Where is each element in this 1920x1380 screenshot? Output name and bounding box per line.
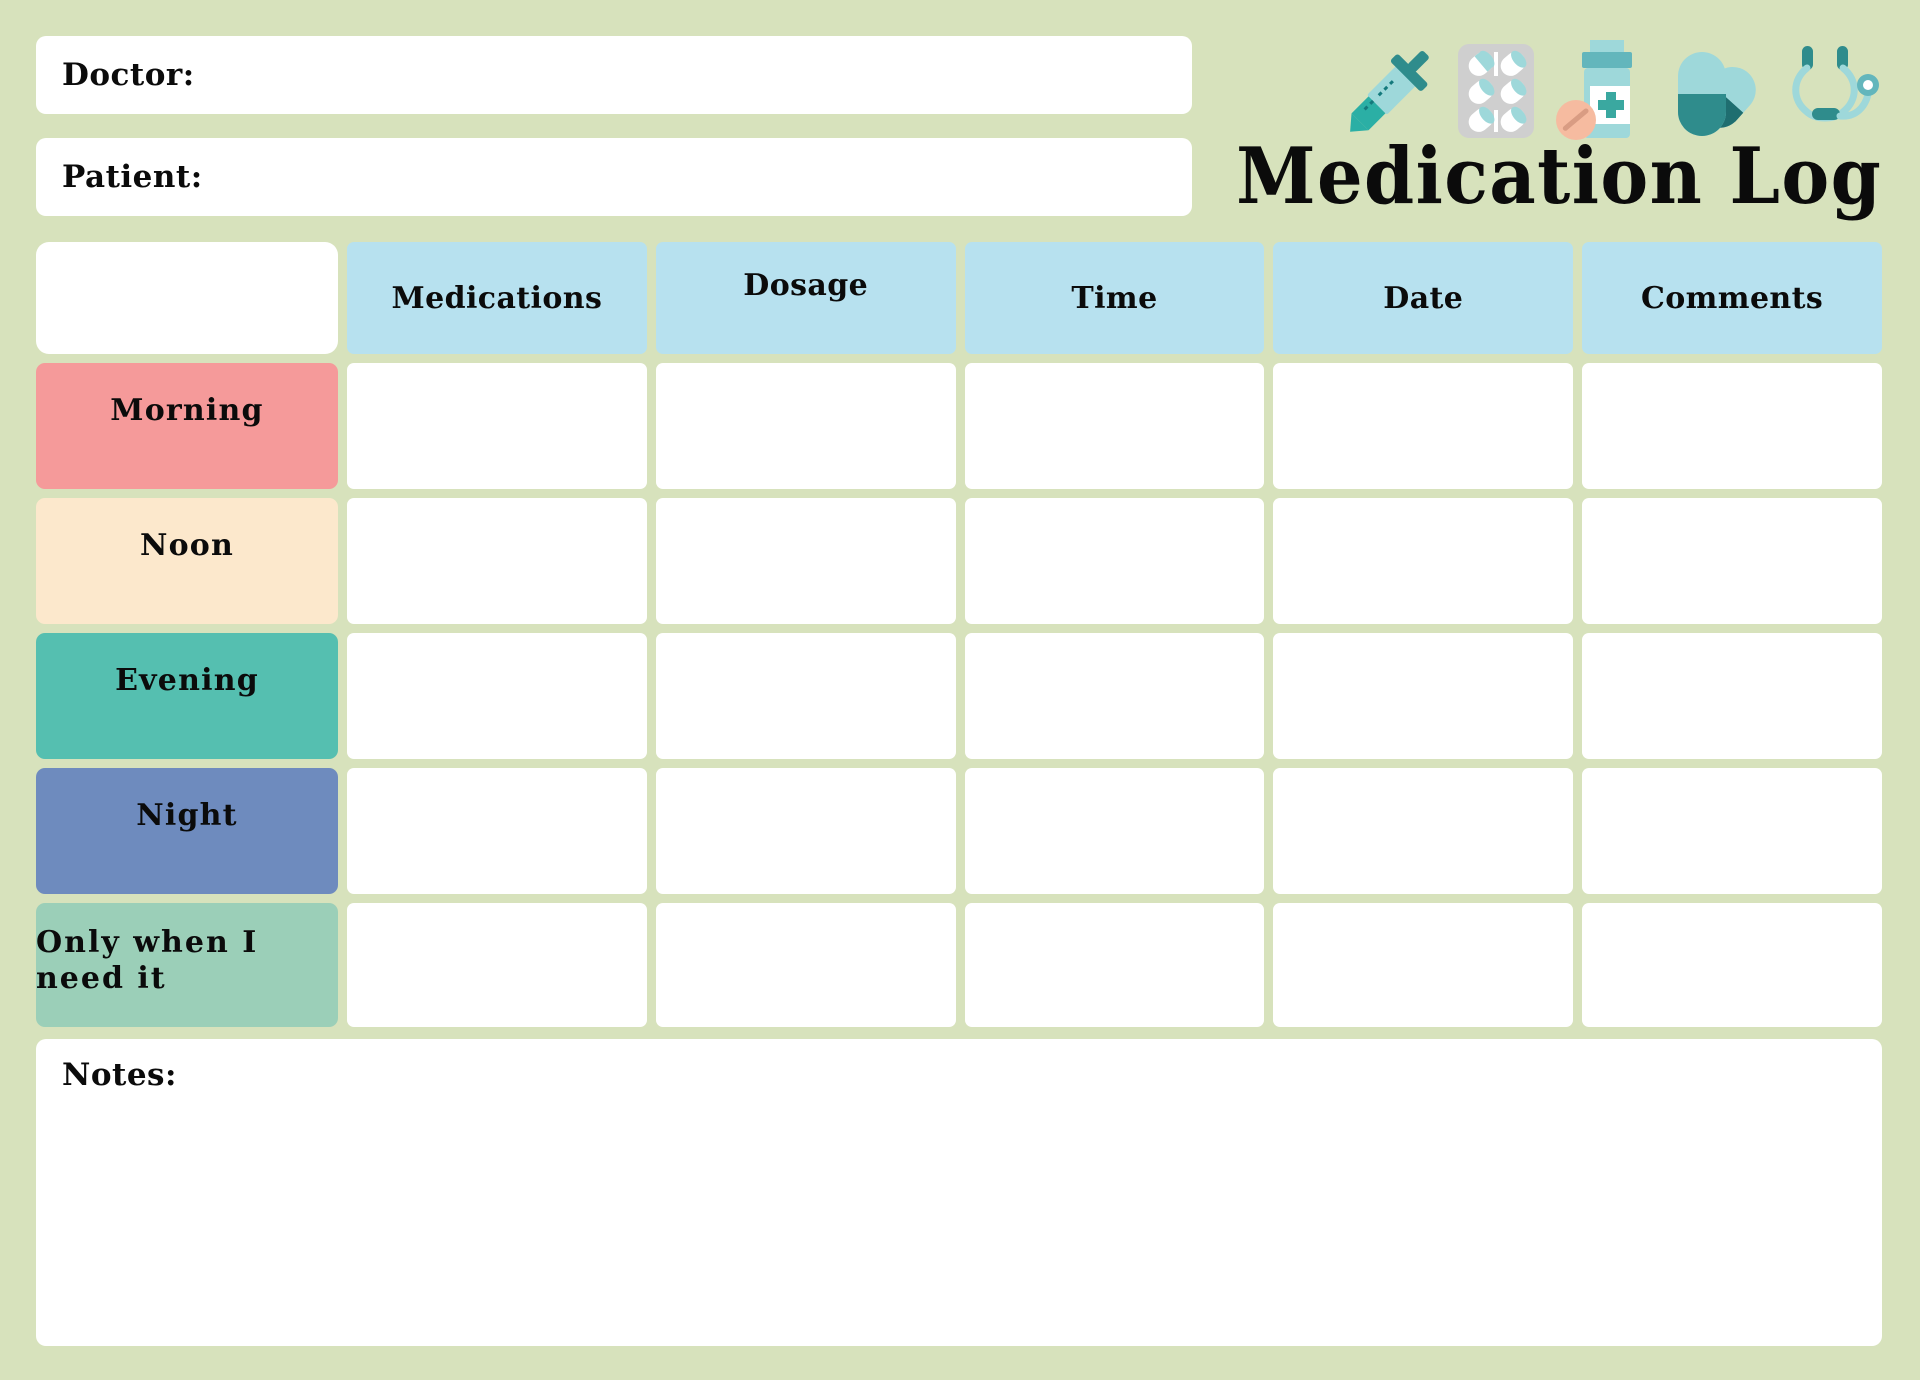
cell-morning-comments[interactable] <box>1582 363 1882 489</box>
column-header-date: Date <box>1273 242 1574 354</box>
cell-night-dosage[interactable] <box>655 768 956 894</box>
cell-noon-dosage[interactable] <box>655 498 956 624</box>
cell-asneeded-time[interactable] <box>964 903 1265 1027</box>
cell-noon-time[interactable] <box>964 498 1265 624</box>
notes-label: Notes: <box>62 1057 177 1093</box>
row-label-noon: Noon <box>36 498 338 624</box>
medical-icon-strip <box>1340 36 1880 140</box>
cell-morning-time[interactable] <box>964 363 1265 489</box>
row-label-night: Night <box>36 768 338 894</box>
column-header-comments: Comments <box>1582 242 1882 354</box>
cell-asneeded-medications[interactable] <box>347 903 647 1027</box>
cell-noon-date[interactable] <box>1273 498 1574 624</box>
cell-evening-time[interactable] <box>964 633 1265 759</box>
stethoscope-icon <box>1782 38 1880 140</box>
table-corner-cell <box>36 242 338 354</box>
medicine-bottle-icon <box>1554 38 1646 140</box>
cell-evening-dosage[interactable] <box>655 633 956 759</box>
title-block: Medication Log <box>1182 36 1882 226</box>
capsules-icon <box>1664 40 1764 140</box>
header-area: Doctor: Patient: Medication Log <box>36 36 1882 226</box>
cell-night-medications[interactable] <box>347 768 647 894</box>
cell-night-time[interactable] <box>964 768 1265 894</box>
cell-evening-medications[interactable] <box>347 633 647 759</box>
notes-section[interactable]: Notes: <box>36 1039 1882 1346</box>
cell-night-date[interactable] <box>1273 768 1574 894</box>
patient-label: Patient: <box>62 159 203 195</box>
cell-night-comments[interactable] <box>1582 768 1882 894</box>
cell-asneeded-date[interactable] <box>1273 903 1574 1027</box>
cell-morning-date[interactable] <box>1273 363 1574 489</box>
doctor-label: Doctor: <box>62 57 195 93</box>
cell-evening-comments[interactable] <box>1582 633 1882 759</box>
row-label-only-when-needed: Only when I need it <box>36 903 338 1027</box>
cell-noon-medications[interactable] <box>347 498 647 624</box>
doctor-field[interactable]: Doctor: <box>36 36 1192 114</box>
column-header-dosage: Dosage <box>655 242 956 354</box>
cell-noon-comments[interactable] <box>1582 498 1882 624</box>
column-header-medications: Medications <box>347 242 647 354</box>
row-label-morning: Morning <box>36 363 338 489</box>
cell-morning-medications[interactable] <box>347 363 647 489</box>
medication-table: Medications Dosage Time Date Comments Mo… <box>36 242 1882 1027</box>
cell-asneeded-dosage[interactable] <box>655 903 956 1027</box>
syringe-icon <box>1340 40 1438 140</box>
cell-evening-date[interactable] <box>1273 633 1574 759</box>
cell-morning-dosage[interactable] <box>655 363 956 489</box>
row-label-evening: Evening <box>36 633 338 759</box>
page-title: Medication Log <box>1236 131 1882 222</box>
medication-log-page: Doctor: Patient: Medication Log Medicati… <box>0 0 1920 1380</box>
patient-field[interactable]: Patient: <box>36 138 1192 216</box>
column-header-time: Time <box>964 242 1265 354</box>
cell-asneeded-comments[interactable] <box>1582 903 1882 1027</box>
pill-blister-pack-icon <box>1456 40 1536 140</box>
